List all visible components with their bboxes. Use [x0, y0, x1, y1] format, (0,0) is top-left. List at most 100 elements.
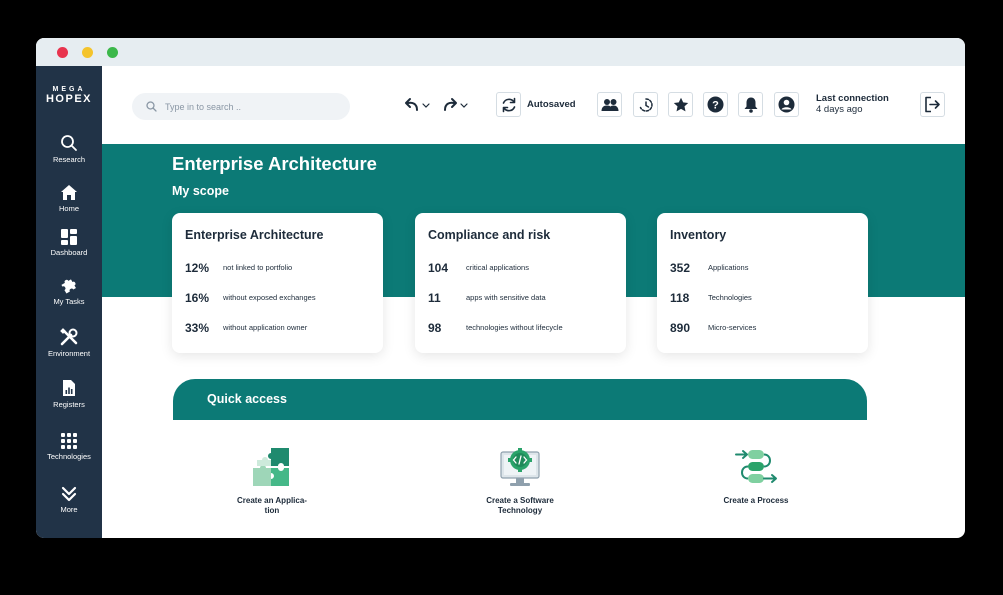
undo-icon: [405, 98, 430, 111]
app-window: MEGA HOPEX Research Home Dashboard My Ta…: [36, 38, 965, 538]
quick-access-label-line1: Create a Software: [486, 496, 554, 505]
logo-mega: MEGA: [52, 86, 86, 93]
sidebar-item-home[interactable]: Home: [36, 184, 102, 213]
logout-icon: [925, 96, 940, 113]
stat-label: critical applications: [466, 263, 529, 272]
user-avatar-icon: [778, 96, 795, 113]
maximize-window-button[interactable]: [107, 47, 118, 58]
history-button[interactable]: [633, 92, 658, 117]
notifications-button[interactable]: [738, 92, 763, 117]
users-button[interactable]: [597, 92, 622, 117]
page-title: Enterprise Architecture: [172, 153, 377, 174]
process-icon: [735, 450, 777, 483]
software-technology-icon: [500, 448, 540, 486]
stat-label: Applications: [708, 263, 749, 272]
card-enterprise-architecture[interactable]: Enterprise Architecture 12% not linked to…: [172, 213, 383, 353]
stat-label: apps with sensitive data: [466, 293, 546, 302]
stat-label: technologies without lifecycle: [466, 323, 563, 332]
stat-value: 11: [428, 291, 441, 305]
sidebar-item-dashboard[interactable]: Dashboard: [36, 229, 102, 257]
card-inventory[interactable]: Inventory 352 Applications 118 Technologie…: [657, 213, 868, 353]
tools-icon: [60, 328, 78, 346]
undo-button[interactable]: [404, 97, 432, 113]
sidebar-item-label: My Tasks: [53, 297, 85, 306]
sidebar-item-label: Registers: [53, 400, 85, 409]
quick-access-label-line1: Create an Applica-: [237, 496, 307, 505]
quick-access-label-line2: tion: [264, 506, 280, 515]
quick-access-label-line1: Create a Process: [723, 496, 789, 505]
sidebar-item-label: Home: [58, 204, 79, 213]
stat-value: 118: [670, 291, 690, 305]
create-software-technology-button[interactable]: Create a Software Technology: [460, 446, 580, 516]
last-connection-value: 4 days ago: [816, 104, 863, 115]
sidebar-item-my-tasks[interactable]: My Tasks: [36, 274, 102, 306]
favorites-button[interactable]: [668, 92, 693, 117]
minimize-window-button[interactable]: [82, 47, 93, 58]
sync-button[interactable]: [496, 92, 521, 117]
svg-text:?: ?: [712, 100, 719, 112]
refresh-icon: [502, 97, 515, 112]
quick-access-label: Create an Applica-tion: [212, 496, 332, 516]
quick-access-label: Create a Process: [696, 496, 816, 506]
create-application-button[interactable]: Create an Applica-tion: [212, 446, 332, 516]
star-icon: [673, 97, 688, 111]
redo-button[interactable]: [442, 97, 470, 113]
card-title: Enterprise Architecture: [185, 228, 324, 242]
quick-access-label: Create a Software Technology: [460, 496, 580, 516]
search-box: [132, 93, 350, 120]
double-chevron-down-icon: [61, 486, 77, 502]
create-process-button[interactable]: Create a Process: [696, 446, 816, 506]
search-input[interactable]: [165, 98, 335, 115]
profile-button[interactable]: [774, 92, 799, 117]
users-icon: [601, 98, 618, 111]
sidebar-item-label: More: [60, 505, 78, 514]
top-bar: Autosaved ? Last connection 4 days ago: [102, 66, 965, 144]
stat-value: 16%: [185, 291, 210, 305]
document-chart-icon: [63, 380, 75, 396]
dashboard-icon: [61, 229, 77, 245]
sidebar: MEGA HOPEX Research Home Dashboard My Ta…: [36, 66, 102, 538]
stat-label: without exposed exchanges: [223, 293, 316, 302]
stat-label: Micro-services: [708, 323, 757, 332]
stat-value: 352: [670, 261, 691, 275]
quick-access-label-line2: Technology: [497, 506, 543, 515]
bell-icon: [744, 97, 757, 113]
sidebar-item-technologies[interactable]: Technologies: [36, 433, 102, 461]
sidebar-item-label: Technologies: [47, 452, 91, 461]
grid-icon: [61, 433, 77, 449]
sidebar-item-label: Environment: [47, 349, 91, 358]
card-compliance-and-risk[interactable]: Compliance and risk 104 critical applicat…: [415, 213, 626, 353]
logo-hopex: HOPEX: [45, 93, 92, 105]
card-title: Compliance and risk: [428, 228, 551, 242]
application-puzzle-icon: [253, 448, 289, 486]
quick-access-header: Quick access: [173, 379, 867, 420]
card-title: Inventory: [670, 228, 727, 242]
last-connection: Last connection 4 days ago: [816, 93, 889, 115]
stat-value: 98: [428, 321, 442, 335]
sidebar-item-label: Research: [52, 155, 86, 164]
sidebar-item-environment[interactable]: Environment: [36, 328, 102, 358]
sidebar-item-research[interactable]: Research: [36, 134, 102, 164]
stat-label: without application owner: [223, 323, 308, 332]
stat-value: 890: [670, 321, 691, 335]
close-window-button[interactable]: [57, 47, 68, 58]
window-titlebar: [36, 38, 965, 66]
search-icon: [146, 101, 157, 112]
section-title: My scope: [172, 184, 229, 198]
puzzle-icon: [61, 279, 76, 294]
sidebar-item-more[interactable]: More: [36, 486, 102, 514]
history-icon: [639, 97, 653, 112]
stat-value: 33%: [185, 321, 210, 335]
help-button[interactable]: ?: [703, 92, 728, 117]
redo-icon: [444, 98, 468, 111]
stat-label: not linked to portfolio: [223, 263, 293, 272]
logout-button[interactable]: [920, 92, 945, 117]
autosaved-status: Autosaved: [527, 99, 576, 110]
stat-value: 12%: [185, 261, 210, 275]
help-icon: ?: [707, 96, 724, 113]
sidebar-item-label: Dashboard: [50, 248, 88, 257]
logo: MEGA HOPEX: [36, 86, 102, 105]
sidebar-item-registers[interactable]: Registers: [36, 379, 102, 409]
stat-label: Technologies: [708, 293, 752, 302]
stat-value: 104: [428, 261, 449, 275]
